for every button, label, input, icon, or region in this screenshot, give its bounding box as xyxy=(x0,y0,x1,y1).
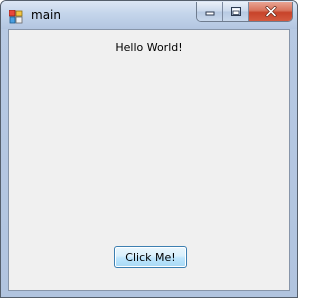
click-me-button[interactable]: Click Me! xyxy=(114,246,187,268)
minimize-icon xyxy=(205,11,214,15)
close-button[interactable] xyxy=(249,2,292,21)
maximize-button[interactable] xyxy=(223,2,249,21)
title-bar[interactable]: main xyxy=(1,1,297,29)
form-client-area: Hello World! Click Me! xyxy=(8,29,290,291)
close-icon xyxy=(265,6,276,17)
winforms-app-icon[interactable] xyxy=(8,9,23,24)
hello-label: Hello World! xyxy=(115,41,183,54)
window-title: main xyxy=(31,8,61,22)
caption-buttons xyxy=(196,2,293,22)
minimize-button[interactable] xyxy=(197,2,223,21)
main-window: main Hello World! Click Me! xyxy=(0,0,298,298)
maximize-icon xyxy=(230,7,241,16)
